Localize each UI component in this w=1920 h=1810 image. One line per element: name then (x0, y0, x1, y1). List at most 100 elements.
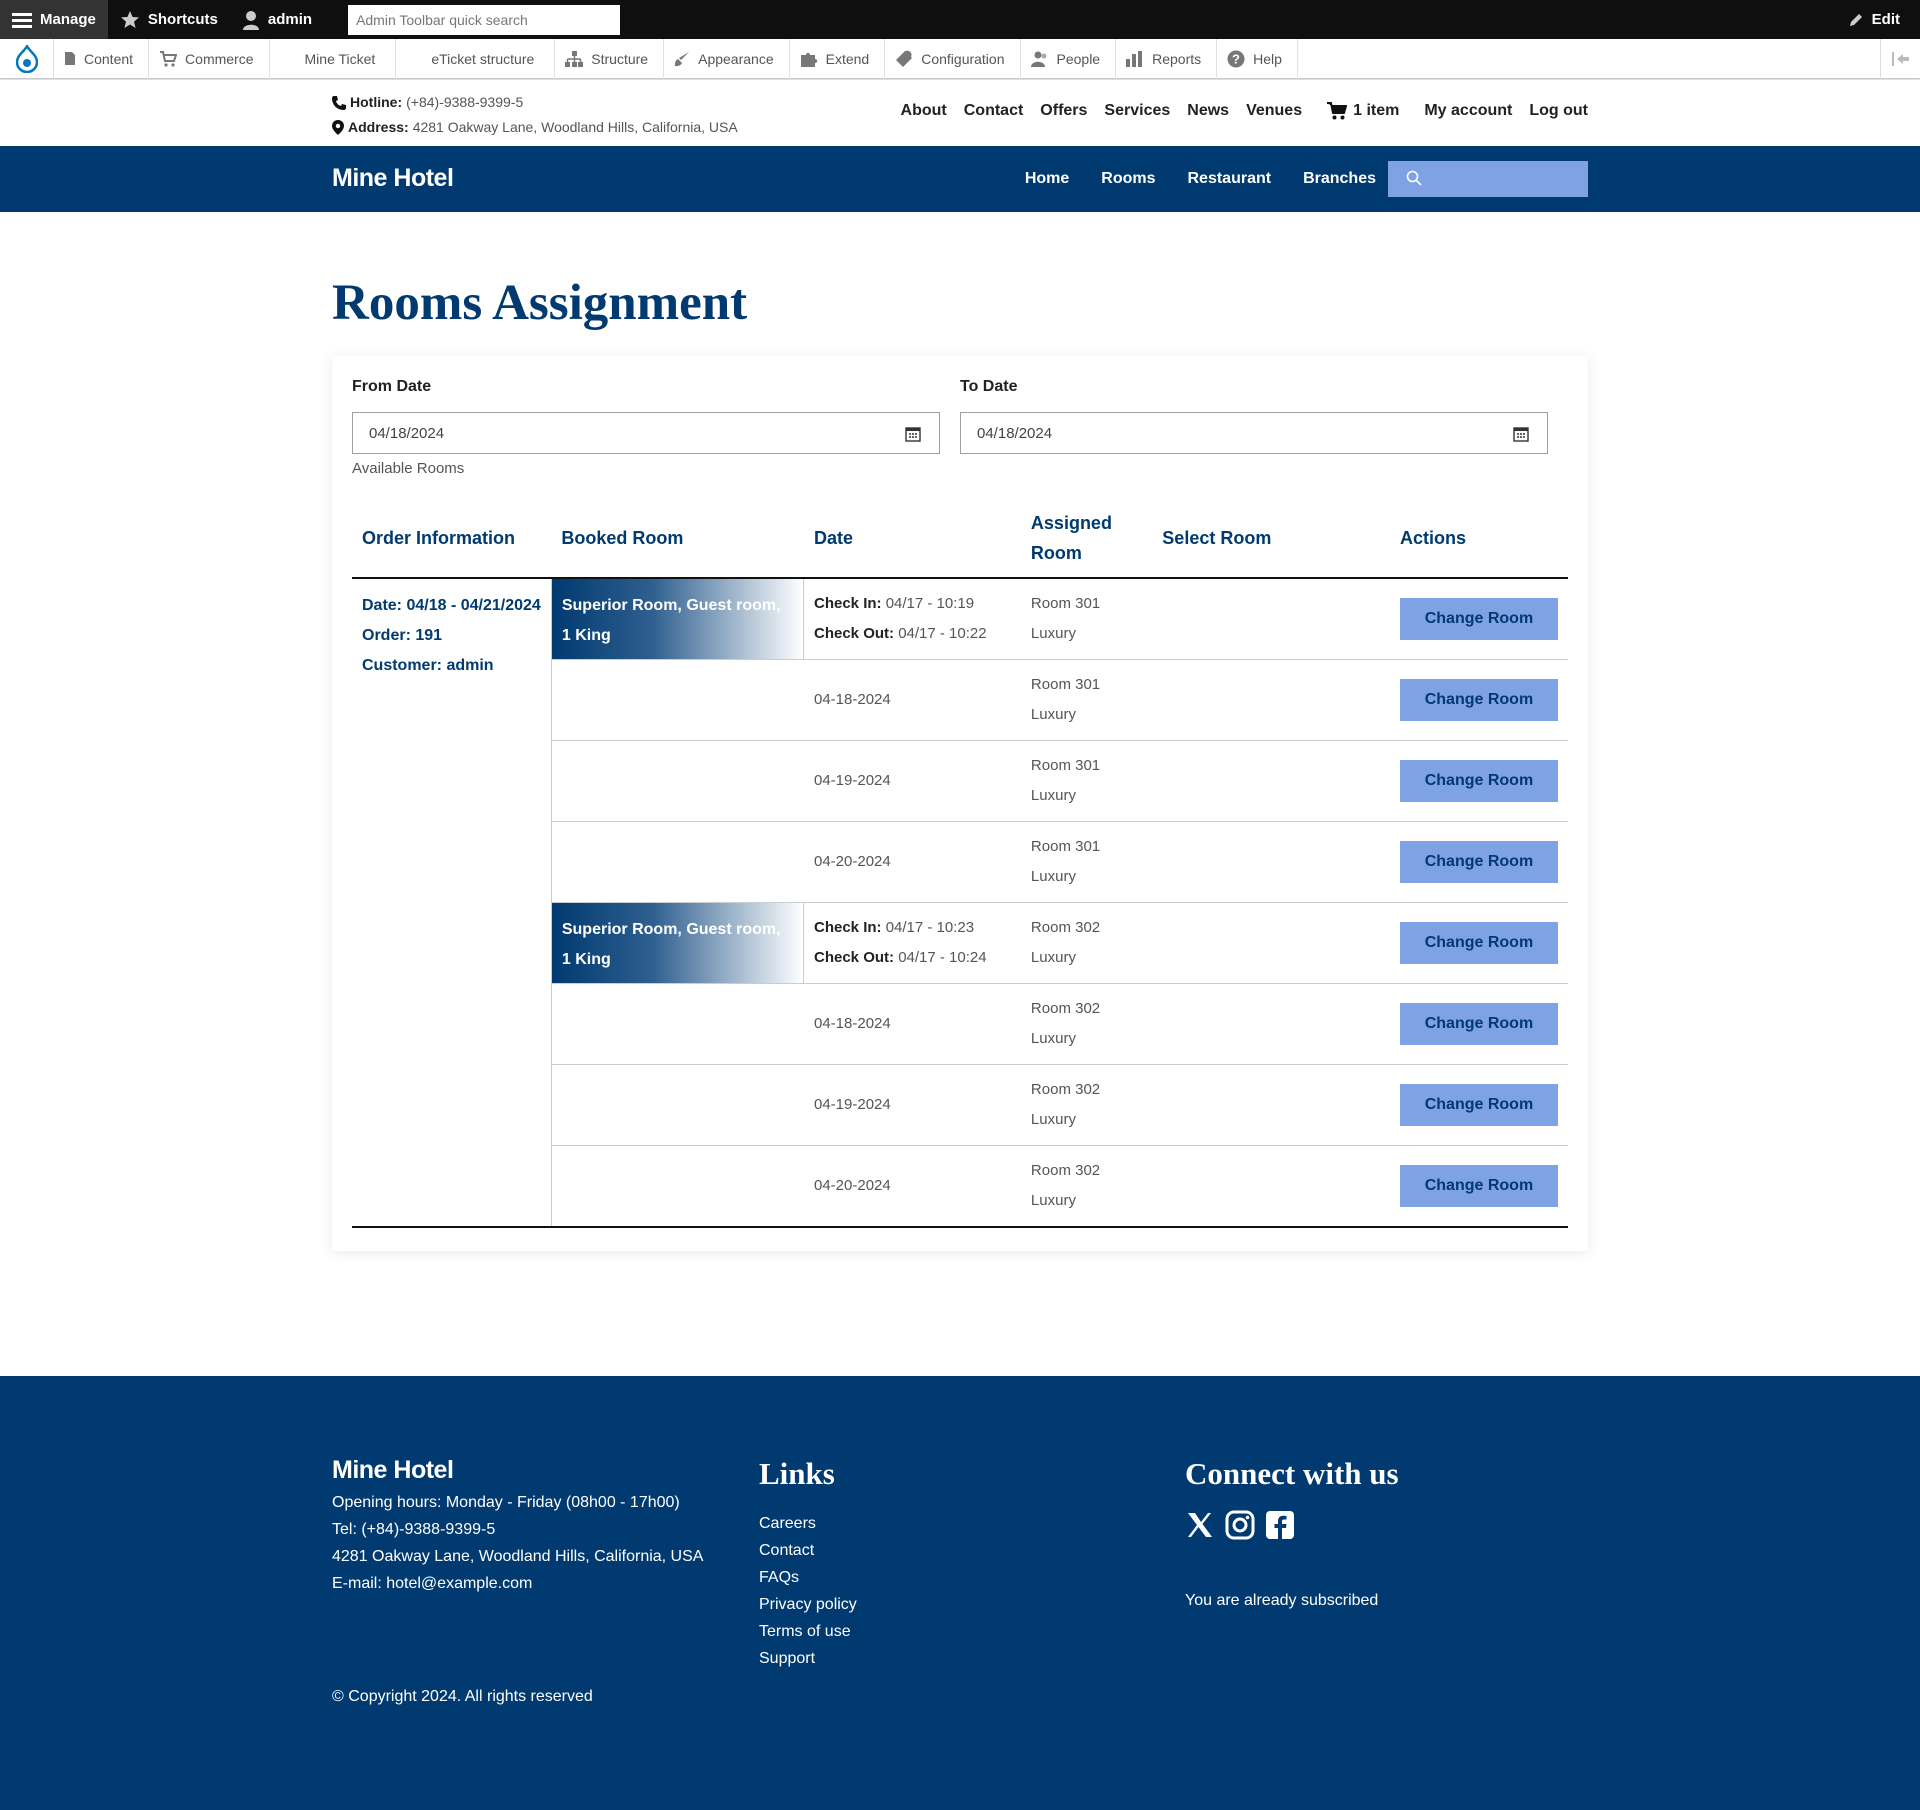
cart-link[interactable]: 1 item (1327, 102, 1399, 120)
tray-item-people[interactable]: People (1021, 38, 1117, 79)
from-date-field[interactable]: 04/18/2024 (352, 412, 940, 454)
change-room-button[interactable]: Change Room (1399, 1084, 1558, 1126)
check-in-value: 04/17 - 10:23 (885, 919, 975, 936)
actions-cell: Change Room (1389, 902, 1568, 984)
footer-link-faqs[interactable]: FAQs (759, 1564, 857, 1591)
order-number[interactable]: Order: 191 (362, 621, 541, 651)
help-icon: ? (1227, 50, 1245, 67)
footer-link-careers[interactable]: Careers (759, 1510, 857, 1537)
drupal-logo-icon[interactable] (0, 38, 54, 79)
nav-home[interactable]: Home (1025, 170, 1069, 188)
order-customer[interactable]: Customer: admin (362, 651, 541, 681)
assigned-room-cell: Room 302 Luxury (1020, 983, 1153, 1065)
room-type: Luxury (1030, 1030, 1076, 1047)
change-room-button[interactable]: Change Room (1399, 598, 1558, 640)
assigned-room-cell: Room 301 Luxury (1020, 740, 1153, 822)
actions-cell: Change Room (1389, 983, 1568, 1065)
check-times-cell: Check In: 04/17 - 10:23 Check Out: 04/17… (804, 902, 1021, 984)
room-number: Room 301 (1030, 595, 1101, 612)
wrench-icon (896, 50, 913, 67)
nav-restaurant[interactable]: Restaurant (1188, 170, 1272, 188)
date-cell: 04-18-2024 (804, 659, 1021, 741)
admin-toolbar: Manage Shortcuts admin Edit (0, 0, 1920, 39)
assigned-room-cell: Room 302 Luxury (1020, 1064, 1153, 1146)
tray-item-eticket-structure[interactable]: eTicket structure (396, 38, 556, 79)
nav-services[interactable]: Services (1104, 102, 1170, 120)
pencil-icon (1849, 13, 1862, 26)
footer-tel: Tel: (+84)-9388-9399-5 (332, 1521, 496, 1538)
nav-log-out[interactable]: Log out (1529, 102, 1588, 120)
tray-item-help[interactable]: ? Help (1217, 38, 1298, 79)
main-links: Home Rooms Restaurant Branches (1025, 170, 1376, 188)
collapse-toolbar-icon[interactable] (1880, 38, 1920, 79)
page-title: Rooms Assignment (332, 275, 748, 331)
room-type: Luxury (1030, 1111, 1076, 1128)
footer-connect: Connect with us (1185, 1456, 1399, 1540)
instagram-icon[interactable] (1225, 1510, 1255, 1540)
footer-link-terms[interactable]: Terms of use (759, 1618, 857, 1645)
date-cell: 04-20-2024 (804, 821, 1021, 903)
shortcuts-button[interactable]: Shortcuts (108, 0, 230, 39)
tray-item-content[interactable]: Content (54, 38, 150, 79)
tray-label: Configuration (921, 50, 1005, 67)
footer-about: Mine Hotel Opening hours: Monday - Frida… (332, 1456, 703, 1597)
room-number: Room 302 (1030, 919, 1101, 936)
tray-item-extend[interactable]: Extend (790, 38, 886, 79)
tray-item-commerce[interactable]: Commerce (149, 38, 270, 79)
col-select-room: Select Room (1152, 498, 1390, 579)
change-room-button[interactable]: Change Room (1399, 760, 1558, 802)
order-date: Date: 04/18 - 04/21/2024 (362, 597, 541, 614)
check-out-value: 04/17 - 10:22 (898, 625, 987, 642)
booked-room-cell (551, 983, 804, 1065)
booked-room-cell: Superior Room, Guest room, 1 King (551, 578, 804, 660)
user-menu-button[interactable]: admin (230, 0, 324, 39)
site-brand[interactable]: Mine Hotel (332, 164, 454, 193)
nav-offers[interactable]: Offers (1040, 102, 1087, 120)
tray-label: Content (84, 50, 134, 67)
manage-button[interactable]: Manage (0, 0, 108, 39)
room-number: Room 302 (1030, 1000, 1101, 1017)
map-pin-icon (332, 120, 344, 135)
tray-item-configuration[interactable]: Configuration (885, 38, 1021, 79)
nav-rooms[interactable]: Rooms (1101, 170, 1155, 188)
admin-tray: Content Commerce Mine Ticket eTicket str… (0, 38, 1920, 79)
footer-link-support[interactable]: Support (759, 1645, 857, 1672)
edit-label: Edit (1871, 11, 1900, 28)
booked-room-cell (551, 740, 804, 822)
change-room-button[interactable]: Change Room (1399, 1003, 1558, 1045)
nav-venues[interactable]: Venues (1246, 102, 1302, 120)
cart-icon (160, 50, 178, 67)
col-date: Date (804, 498, 1021, 579)
actions-cell: Change Room (1389, 821, 1568, 903)
calendar-icon[interactable] (905, 426, 921, 442)
contact-info: Hotline: (+84)-9388-9399-5 Address: 4281… (332, 90, 738, 140)
change-room-button[interactable]: Change Room (1399, 679, 1558, 721)
admin-search-input[interactable] (348, 4, 621, 35)
from-date-value: 04/18/2024 (369, 424, 445, 442)
check-out-value: 04/17 - 10:24 (898, 949, 987, 966)
nav-my-account[interactable]: My account (1424, 102, 1512, 120)
change-room-button[interactable]: Change Room (1399, 922, 1558, 964)
footer-link-privacy[interactable]: Privacy policy (759, 1591, 857, 1618)
nav-contact[interactable]: Contact (964, 102, 1024, 120)
to-date-field[interactable]: 04/18/2024 (960, 412, 1548, 454)
edit-button[interactable]: Edit (1848, 11, 1920, 28)
nav-news[interactable]: News (1187, 102, 1229, 120)
nav-branches[interactable]: Branches (1303, 170, 1376, 188)
change-room-button[interactable]: Change Room (1399, 841, 1558, 883)
calendar-icon[interactable] (1513, 426, 1529, 442)
tray-item-mine-ticket[interactable]: Mine Ticket (270, 38, 397, 79)
booked-room-name: Superior Room, Guest room, 1 King (551, 903, 804, 983)
tray-item-structure[interactable]: Structure (555, 38, 665, 79)
footer-links-title: Links (759, 1456, 835, 1491)
tray-item-appearance[interactable]: Appearance (664, 38, 790, 79)
date-cell: 04-19-2024 (804, 1064, 1021, 1146)
nav-about[interactable]: About (901, 102, 947, 120)
footer-link-contact[interactable]: Contact (759, 1537, 857, 1564)
select-room-cell (1152, 1145, 1390, 1228)
site-footer: Mine Hotel Opening hours: Monday - Frida… (0, 1376, 1920, 1810)
tray-item-reports[interactable]: Reports (1116, 38, 1218, 79)
x-twitter-icon[interactable] (1185, 1510, 1215, 1540)
change-room-button[interactable]: Change Room (1399, 1164, 1558, 1207)
facebook-icon[interactable] (1265, 1510, 1295, 1540)
